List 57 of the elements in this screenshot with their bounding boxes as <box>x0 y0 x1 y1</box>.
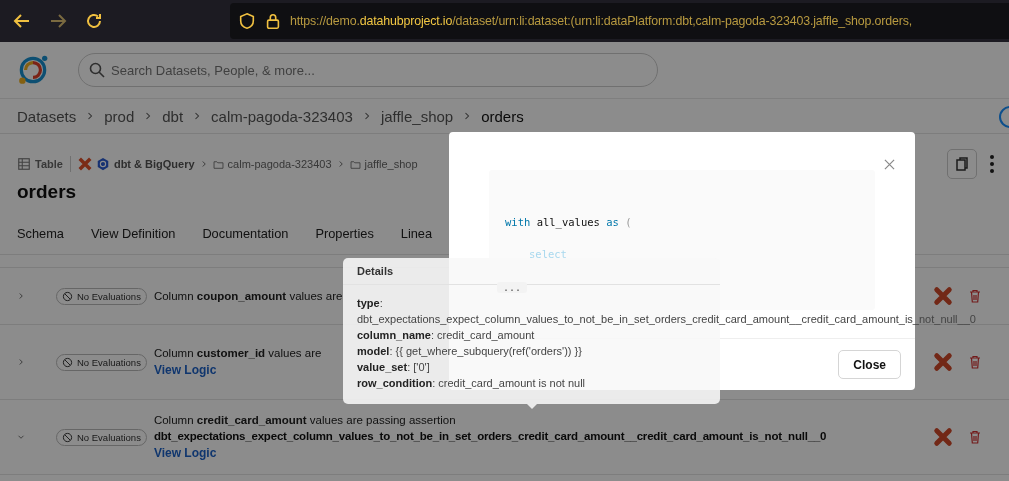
dataset-title: orders <box>16 180 78 204</box>
tab[interactable]: Schema <box>17 219 64 247</box>
tab[interactable]: Documentation <box>202 219 289 247</box>
dbt-icon <box>933 352 953 372</box>
breadcrumb-link[interactable]: orders <box>481 107 524 125</box>
tooltip-title: Details <box>343 258 720 285</box>
view-logic-link[interactable]: View Logic <box>153 363 217 377</box>
reload-icon[interactable] <box>84 11 104 31</box>
close-icon[interactable] <box>884 159 895 170</box>
detail-field: model: {{ get_where_subquery(ref('orders')) }} <box>357 343 582 359</box>
bigquery-icon <box>95 157 110 171</box>
dbt-icon <box>933 286 953 306</box>
show-more-button[interactable]: ... <box>497 282 528 293</box>
logo-icon[interactable] <box>16 53 50 87</box>
tab[interactable]: Properties <box>315 219 374 247</box>
url-text: https://demo.datahubproject.io/dataset/urn:li:dataset:(urn:li:dataPlatform:dbt,calm-pagoda-323403.jaffle_shop.orders, <box>290 14 913 28</box>
tab[interactable]: View Definition <box>90 219 176 247</box>
address-bar[interactable]: https://demo.datahubproject.io/dataset/urn:li:dataset:(urn:li:dataPlatform:dbt,calm-pagoda-323403.jaffle_shop.orders, <box>230 3 1009 39</box>
assertion-description: Column customer_id values are <box>153 347 322 359</box>
ban-icon <box>62 290 73 302</box>
copy-button[interactable] <box>947 149 977 179</box>
detail-field: row_condition: credit_card_amount is not null <box>357 375 586 391</box>
search-icon <box>89 62 105 78</box>
close-button[interactable]: Close <box>838 350 901 379</box>
table-icon <box>17 157 31 171</box>
folder-icon <box>212 158 224 170</box>
assertion-description: Column coupon_amount values are <box>153 290 343 302</box>
detail-field: column_name: credit_card_amount <box>357 327 535 343</box>
breadcrumb-link[interactable]: jaffle_shop <box>380 107 454 125</box>
assertion-description: Column credit_card_amount values are passing assertion <box>153 414 456 426</box>
tab[interactable]: Linea <box>400 219 433 247</box>
entity-type: Table <box>35 158 63 170</box>
container-link[interactable]: calm-pagoda-323403 <box>227 158 332 170</box>
breadcrumb-link[interactable]: dbt <box>162 107 184 125</box>
search-field[interactable]: Search Datasets, People, & more... <box>78 53 658 87</box>
copy-icon <box>954 156 970 172</box>
more-icon[interactable] <box>989 154 995 174</box>
container-link[interactable]: jaffle_shop <box>364 158 418 170</box>
assertion-name: dbt_expectations_expect_column_values_to_not_be_in_set_orders_credit_card_amount__credit_card_amount_is_not_null__0 <box>153 430 828 442</box>
shield-icon <box>238 12 256 30</box>
delete-icon[interactable] <box>967 354 983 370</box>
breadcrumb-link[interactable]: calm-pagoda-323403 <box>211 107 353 125</box>
platform-name: dbt & BigQuery <box>113 158 195 170</box>
lock-icon <box>264 12 282 30</box>
dbt-icon <box>77 157 92 171</box>
ban-icon <box>62 431 73 443</box>
detail-field: value_set: ['0'] <box>357 359 430 375</box>
dbt-icon <box>933 427 953 447</box>
field-label: type: <box>357 296 383 311</box>
breadcrumb-link[interactable]: Datasets <box>17 107 77 125</box>
folder-icon <box>349 158 361 170</box>
breadcrumb-link[interactable]: prod <box>104 107 135 125</box>
code-line: with all_values as ( <box>505 216 633 231</box>
delete-icon[interactable] <box>967 288 983 304</box>
view-logic-link[interactable]: View Logic <box>153 446 217 460</box>
ban-icon <box>62 356 73 368</box>
delete-icon[interactable] <box>967 429 983 445</box>
